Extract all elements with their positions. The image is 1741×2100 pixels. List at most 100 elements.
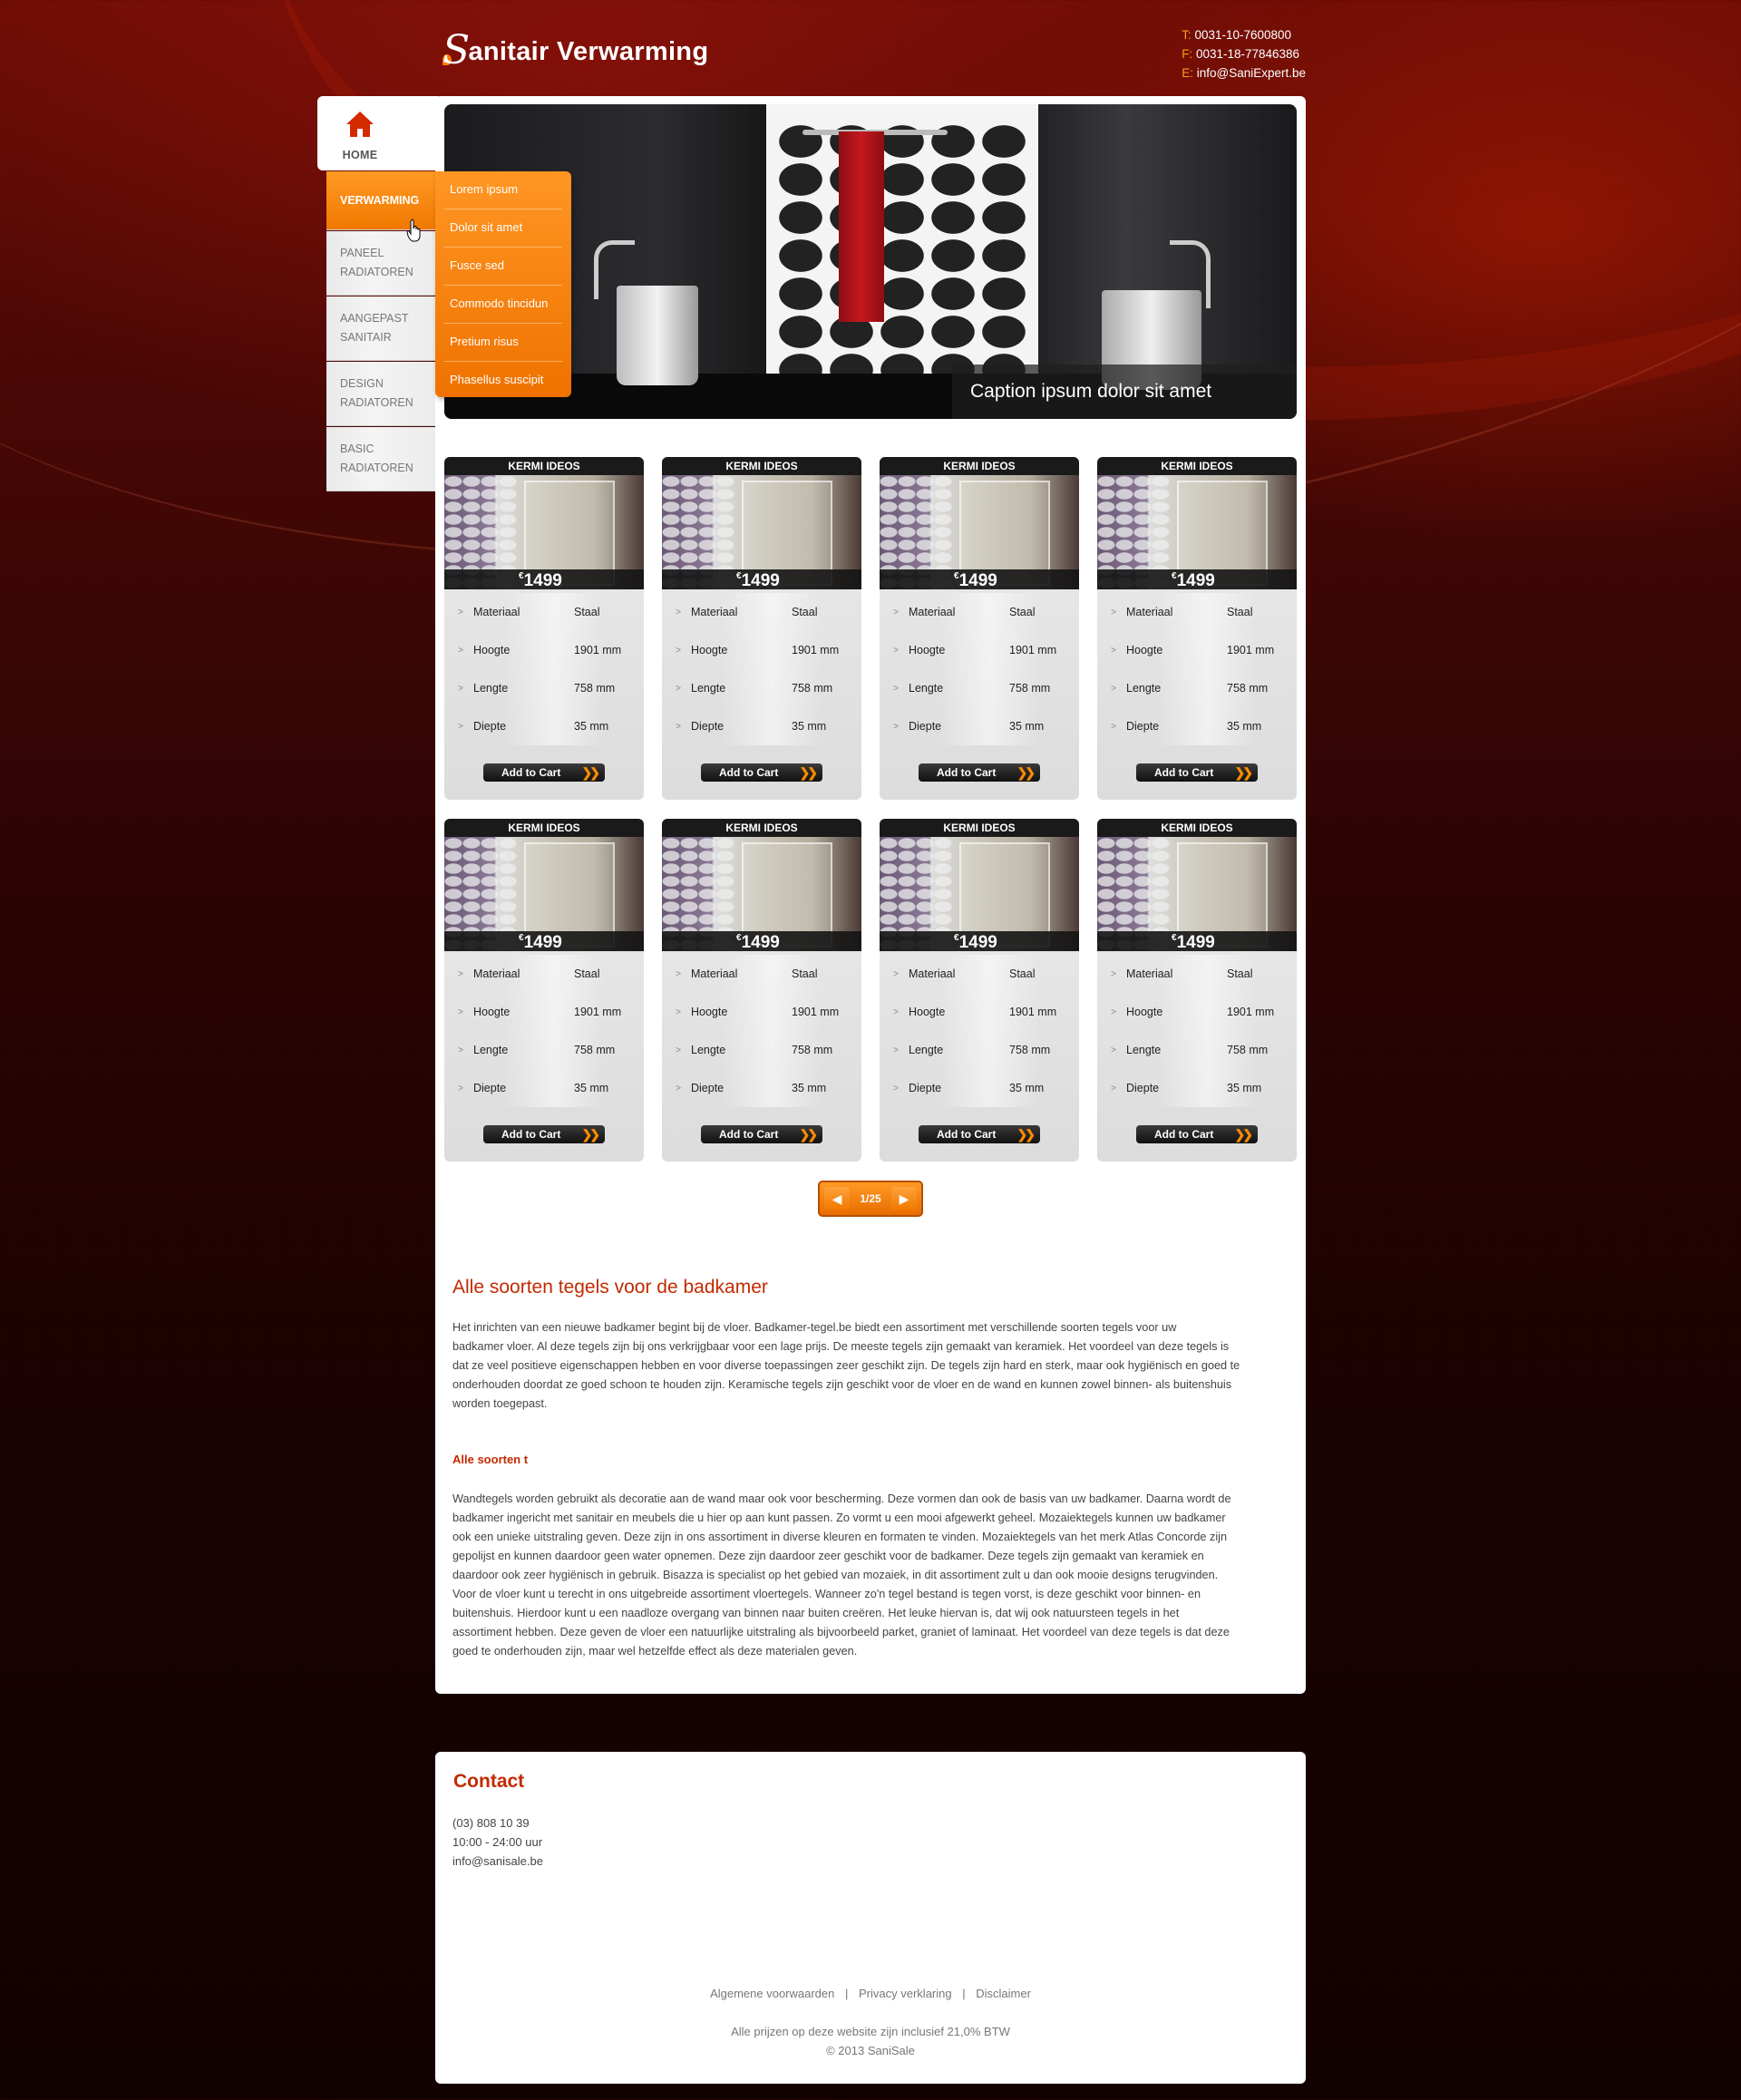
product-title: KERMI IDEOS <box>662 457 861 475</box>
price-value: 1499 <box>1176 933 1215 951</box>
hero-slider[interactable]: Caption ipsum dolor sit amet <box>444 104 1297 419</box>
submenu-item[interactable]: Fusce sed <box>444 248 562 286</box>
double-chevron-icon: ❯❯ <box>1234 1127 1254 1142</box>
contact-hours: 10:00 - 24:00 uur <box>452 1835 543 1849</box>
product-image[interactable]: €1499 <box>444 475 644 589</box>
product-card[interactable]: KERMI IDEOS €1499 > Materiaal Staal > Hoogte 19… <box>1097 819 1297 1162</box>
product-card[interactable]: KERMI IDEOS €1499 > Materiaal Staal > Hoogte 19… <box>444 819 644 1162</box>
article-title: Alle soorten tegels voor de badkamer <box>452 1277 768 1298</box>
spec-key: Diepte <box>1126 1082 1160 1094</box>
nav-item-label: VERWARMING <box>340 193 420 207</box>
chevron-right-icon: > <box>1111 683 1116 694</box>
nav-item-design-radiatoren[interactable]: DESIGN RADIATOREN <box>326 362 435 425</box>
add-to-cart-label: Add to Cart <box>501 1128 561 1141</box>
spec-value: Staal <box>1009 967 1036 980</box>
contact-email[interactable]: info@sanisale.be <box>452 1854 543 1868</box>
product-image[interactable]: €1499 <box>662 837 861 951</box>
add-to-cart-button[interactable]: Add to Cart ❯❯ <box>919 763 1040 782</box>
add-to-cart-button[interactable]: Add to Cart ❯❯ <box>483 763 605 782</box>
article-line: Wandtegels worden gebruikt als decoratie… <box>452 1492 1231 1505</box>
product-image[interactable]: €1499 <box>880 837 1079 951</box>
product-price: €1499 <box>519 933 562 951</box>
fax-label: F: <box>1182 47 1193 61</box>
submenu-item[interactable]: Dolor sit amet <box>444 209 562 248</box>
chevron-right-icon: > <box>676 645 681 656</box>
submenu-item[interactable]: Phasellus suscipit <box>444 362 562 399</box>
product-card[interactable]: KERMI IDEOS €1499 > Materiaal Staal > Hoogte 19… <box>1097 457 1297 800</box>
pagination-next-button[interactable]: ▶ <box>891 1187 917 1210</box>
nav-home[interactable]: HOME <box>317 96 439 170</box>
spec-row: > Materiaal Staal <box>444 593 644 631</box>
add-to-cart-button[interactable]: Add to Cart ❯❯ <box>919 1125 1040 1143</box>
spec-value: Staal <box>792 967 818 980</box>
product-image[interactable]: €1499 <box>1097 837 1297 951</box>
spec-value: 1901 mm <box>1009 1006 1057 1018</box>
product-card[interactable]: KERMI IDEOS €1499 > Materiaal Staal > Hoogte 19… <box>444 457 644 800</box>
spec-row: > Hoogte 1901 mm <box>1097 993 1297 1031</box>
footer-vat-note: Alle prijzen op deze website zijn inclus… <box>731 2025 1010 2038</box>
product-image[interactable]: €1499 <box>662 475 861 589</box>
spec-value: 1901 mm <box>574 644 622 656</box>
submenu-item[interactable]: Lorem ipsum <box>444 171 562 209</box>
spec-key: Diepte <box>1126 720 1160 733</box>
spec-value: 1901 mm <box>792 644 840 656</box>
product-title: KERMI IDEOS <box>444 819 644 837</box>
spec-key: Hoogte <box>1126 1006 1163 1018</box>
double-chevron-icon: ❯❯ <box>1234 765 1254 780</box>
add-to-cart-button[interactable]: Add to Cart ❯❯ <box>483 1125 605 1143</box>
nav-item-basic-radiatoren[interactable]: BASIC RADIATOREN <box>326 427 435 491</box>
double-chevron-icon: ❯❯ <box>581 1127 601 1142</box>
spec-key: Hoogte <box>691 644 728 656</box>
product-card[interactable]: KERMI IDEOS €1499 > Materiaal Staal > Hoogte 19… <box>880 457 1079 800</box>
product-price: €1499 <box>954 571 997 589</box>
email-link[interactable]: info@SaniExpert.be <box>1197 66 1306 80</box>
footer-link-disclaimer[interactable]: Disclaimer <box>976 1987 1031 2000</box>
add-to-cart-button[interactable]: Add to Cart ❯❯ <box>701 1125 822 1143</box>
add-to-cart-button[interactable]: Add to Cart ❯❯ <box>1136 763 1258 782</box>
nav-item-aangepast-sanitair[interactable]: AANGEPAST SANITAIR <box>326 297 435 360</box>
spec-key: Lengte <box>909 682 944 695</box>
spec-value: Staal <box>1227 967 1253 980</box>
spec-value: 1901 mm <box>1227 1006 1275 1018</box>
product-card[interactable]: KERMI IDEOS €1499 > Materiaal Staal > Hoogte 19… <box>662 457 861 800</box>
nav-item-label: BASIC RADIATOREN <box>340 442 413 474</box>
add-to-cart-button[interactable]: Add to Cart ❯❯ <box>701 763 822 782</box>
product-image[interactable]: €1499 <box>880 475 1079 589</box>
chevron-right-icon: > <box>893 645 899 656</box>
add-to-cart-label: Add to Cart <box>937 1128 997 1141</box>
footer-link-terms[interactable]: Algemene voorwaarden <box>710 1987 834 2000</box>
hand-cursor-icon <box>406 219 421 242</box>
submenu-item[interactable]: Pretium risus <box>444 324 562 362</box>
double-chevron-icon: ❯❯ <box>1016 1127 1036 1142</box>
product-image[interactable]: €1499 <box>1097 475 1297 589</box>
slider-caption: Caption ipsum dolor sit amet <box>952 365 1297 419</box>
spec-row: > Diepte 35 mm <box>1097 1069 1297 1107</box>
phone-number: 0031-10-7600800 <box>1194 28 1292 42</box>
double-chevron-icon: ❯❯ <box>1016 765 1036 780</box>
product-card[interactable]: KERMI IDEOS €1499 > Materiaal Staal > Hoogte 19… <box>662 819 861 1162</box>
spec-row: > Diepte 35 mm <box>1097 707 1297 745</box>
add-to-cart-button[interactable]: Add to Cart ❯❯ <box>1136 1125 1258 1143</box>
spec-row: > Hoogte 1901 mm <box>880 993 1079 1031</box>
submenu-item[interactable]: Commodo tincidun <box>444 286 562 324</box>
spec-row: > Lengte 758 mm <box>1097 669 1297 707</box>
chevron-right-icon: > <box>458 1083 463 1094</box>
spec-value: 758 mm <box>792 682 833 695</box>
spec-key: Lengte <box>1126 1044 1162 1056</box>
spec-row: > Hoogte 1901 mm <box>662 631 861 669</box>
pagination-prev-button[interactable]: ◀ <box>824 1187 850 1210</box>
spec-list: > Materiaal Staal > Hoogte 1901 mm > Lengte 758 … <box>444 589 644 745</box>
footer-separator: | <box>845 1987 849 2000</box>
chevron-right-icon: > <box>458 968 463 979</box>
spec-row: > Materiaal Staal <box>662 593 861 631</box>
spec-row: > Hoogte 1901 mm <box>1097 631 1297 669</box>
chevron-right-icon: > <box>676 1083 681 1094</box>
logo-text: anitair Verwarming <box>468 37 709 66</box>
footer-link-privacy[interactable]: Privacy verklaring <box>859 1987 952 2000</box>
product-price: €1499 <box>519 571 562 589</box>
chevron-right-icon: > <box>458 1045 463 1055</box>
article-paragraph-1: Het inrichten van een nieuwe badkamer be… <box>452 1318 1287 1414</box>
product-image[interactable]: €1499 <box>444 837 644 951</box>
product-card[interactable]: KERMI IDEOS €1499 > Materiaal Staal > Hoogte 19… <box>880 819 1079 1162</box>
site-logo[interactable]: Sanitair Verwarming <box>443 24 709 73</box>
